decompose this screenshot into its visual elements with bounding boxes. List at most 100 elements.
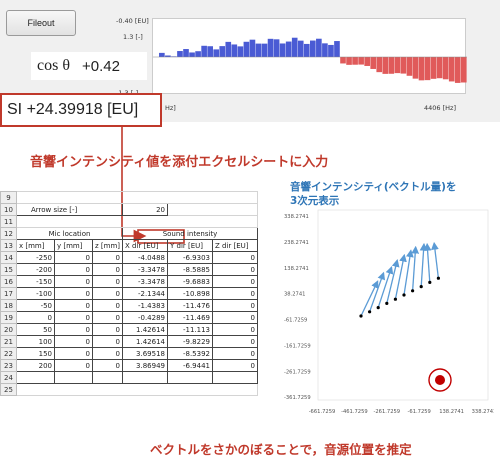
cell[interactable]: -250 [16, 251, 55, 264]
cell[interactable]: 0 [54, 347, 93, 360]
cell[interactable]: -10.898 [167, 287, 213, 300]
cell[interactable]: -6.9303 [167, 251, 213, 264]
arrow-size-value[interactable]: 20 [122, 203, 168, 216]
cell[interactable]: -3.3478 [122, 275, 168, 288]
cell[interactable]: -50 [16, 299, 55, 312]
empty-cell[interactable] [212, 371, 258, 384]
col-header-z[interactable]: z [mm] [92, 239, 123, 252]
cell[interactable]: 0 [54, 323, 93, 336]
cell[interactable]: 150 [16, 347, 55, 360]
cell[interactable]: 0 [92, 299, 123, 312]
col-header-x-dir[interactable]: X dir [EU] [122, 239, 168, 252]
col-header-x[interactable]: x [mm] [16, 239, 55, 252]
cell[interactable]: 0 [212, 299, 258, 312]
arrow-size-label[interactable]: Arrow size [-] [16, 203, 123, 216]
cell[interactable]: 50 [16, 323, 55, 336]
cell[interactable]: 0 [92, 335, 123, 348]
cell[interactable]: -11.476 [167, 299, 213, 312]
cell[interactable]: -11.113 [167, 323, 213, 336]
cell[interactable]: 0 [54, 359, 93, 372]
cell[interactable]: 100 [16, 335, 55, 348]
cell[interactable]: -2.1344 [122, 287, 168, 300]
cell[interactable]: 0 [212, 287, 258, 300]
row-header[interactable]: 11 [0, 215, 17, 228]
cell[interactable]: 0 [212, 323, 258, 336]
cell[interactable]: 0 [54, 251, 93, 264]
cell[interactable]: -150 [16, 275, 55, 288]
cell[interactable]: 0 [54, 335, 93, 348]
cell[interactable]: 0 [16, 311, 55, 324]
empty-cell[interactable] [167, 371, 213, 384]
table-row: 23 200 0 0 3.86949 -6.9441 0 [0, 359, 258, 372]
row-header[interactable]: 21 [0, 335, 17, 348]
cell[interactable]: -8.5885 [167, 263, 213, 276]
cell[interactable]: 0 [92, 359, 123, 372]
cell[interactable]: 0 [92, 263, 123, 276]
row-header[interactable]: 24 [0, 371, 17, 384]
empty-cell[interactable] [16, 383, 258, 396]
row-header[interactable]: 25 [0, 383, 17, 396]
cell[interactable]: 0 [212, 263, 258, 276]
cell[interactable]: -4.0488 [122, 251, 168, 264]
mic-location-header[interactable]: Mic location [16, 227, 123, 240]
empty-cell[interactable] [16, 371, 55, 384]
empty-cell[interactable] [167, 203, 258, 216]
cell[interactable]: 0 [54, 287, 93, 300]
cell[interactable]: 0 [54, 299, 93, 312]
col-header-y[interactable]: y [mm] [54, 239, 93, 252]
empty-cell[interactable] [16, 215, 258, 228]
cell[interactable]: -9.6883 [167, 275, 213, 288]
row-header[interactable]: 12 [0, 227, 17, 240]
row-header[interactable]: 15 [0, 263, 17, 276]
row-header[interactable]: 14 [0, 251, 17, 264]
col-header-z-dir[interactable]: Z dir [EU] [212, 239, 258, 252]
row-header[interactable]: 18 [0, 299, 17, 312]
cell[interactable]: 1.42614 [122, 323, 168, 336]
cell[interactable]: 0 [92, 287, 123, 300]
cell[interactable]: 0 [54, 275, 93, 288]
cell[interactable]: 0 [212, 335, 258, 348]
sound-intensity-header[interactable]: Sound intensity [122, 227, 258, 240]
row-header[interactable]: 17 [0, 287, 17, 300]
empty-cell[interactable] [54, 371, 93, 384]
col-header-y-dir[interactable]: Y dir [EU] [167, 239, 213, 252]
cell[interactable]: -200 [16, 263, 55, 276]
cell[interactable]: 0 [212, 311, 258, 324]
cell[interactable]: -1.4383 [122, 299, 168, 312]
cell[interactable]: 0 [92, 275, 123, 288]
cell[interactable]: 0 [212, 275, 258, 288]
row-header[interactable]: 9 [0, 191, 17, 204]
cell[interactable]: -0.4289 [122, 311, 168, 324]
row-header[interactable]: 20 [0, 323, 17, 336]
cell[interactable]: 0 [54, 263, 93, 276]
cell[interactable]: -100 [16, 287, 55, 300]
row-header[interactable]: 23 [0, 359, 17, 372]
row-header[interactable]: 16 [0, 275, 17, 288]
mic-point [393, 297, 397, 301]
cell[interactable]: 3.86949 [122, 359, 168, 372]
cell[interactable]: 0 [212, 347, 258, 360]
cell[interactable]: 200 [16, 359, 55, 372]
cell[interactable]: -6.9441 [167, 359, 213, 372]
cell[interactable]: 0 [212, 359, 258, 372]
vector-3d-plot: 338.2741 238.2741 138.2741 38.2741 -61.7259 -… [284, 209, 494, 415]
row-header[interactable]: 22 [0, 347, 17, 360]
cell[interactable]: 1.42614 [122, 335, 168, 348]
row-header[interactable]: 10 [0, 203, 17, 216]
cell[interactable]: 0 [54, 311, 93, 324]
empty-cell[interactable] [16, 191, 258, 204]
cell[interactable]: 0 [92, 323, 123, 336]
cell[interactable]: -9.8229 [167, 335, 213, 348]
empty-cell[interactable] [122, 371, 168, 384]
row-header[interactable]: 19 [0, 311, 17, 324]
cell[interactable]: -3.3478 [122, 263, 168, 276]
cell[interactable]: -11.469 [167, 311, 213, 324]
cell[interactable]: 0 [92, 251, 123, 264]
row-header[interactable]: 13 [0, 239, 17, 252]
cell[interactable]: 0 [92, 311, 123, 324]
cell[interactable]: 0 [212, 251, 258, 264]
cell[interactable]: 0 [92, 347, 123, 360]
empty-cell[interactable] [92, 371, 123, 384]
cell[interactable]: 3.69518 [122, 347, 168, 360]
cell[interactable]: -8.5392 [167, 347, 213, 360]
